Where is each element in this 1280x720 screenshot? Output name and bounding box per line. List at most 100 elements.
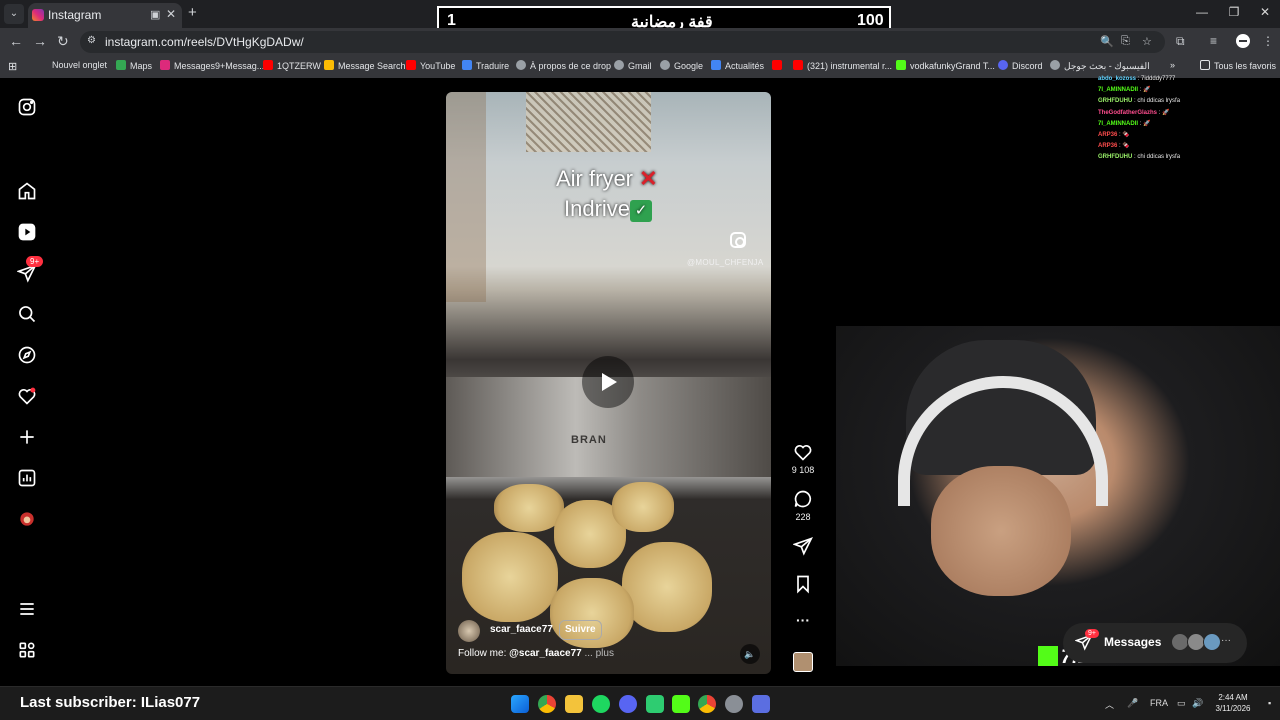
app-icon[interactable] xyxy=(752,695,770,713)
windows-taskbar: Last subscriber: ILias077 ︿ 🎤 FRA ▭ 🔊 2:… xyxy=(0,686,1280,720)
profile-avatar[interactable] xyxy=(1236,34,1250,48)
create-plus-icon[interactable] xyxy=(17,427,37,447)
reload-button[interactable]: ↻ xyxy=(57,33,69,50)
cast-icon[interactable]: ⎘ xyxy=(1121,35,1130,48)
bookmark-item[interactable]: Messages9+Messag... xyxy=(160,60,264,71)
explore-icon[interactable] xyxy=(17,345,37,365)
bookmark-item[interactable]: vodkafunkyGrand T... xyxy=(896,60,995,71)
browser-toolbar: ← → ↻ ⚙ instagram.com/reels/DVtHgKgDADw/… xyxy=(0,28,1280,56)
reel-video[interactable]: Air fryer ✕ Indrive ✓ @MOUL_CHFENJA BRAN … xyxy=(446,92,771,674)
dashboard-icon[interactable] xyxy=(17,468,37,488)
bookmarks-bar: ⊞ Nouvel onglet Maps Messages9+Messag...… xyxy=(0,56,1280,78)
url-text: instagram.com/reels/DVtHgKgDADw/ xyxy=(105,35,304,49)
close-window-button[interactable]: ✕ xyxy=(1255,5,1275,19)
file-explorer-icon[interactable] xyxy=(565,695,583,713)
chat-message: GRHFDUHU : chi ddicas lrysfa xyxy=(1098,154,1181,161)
reel-caption[interactable]: Follow me: @scar_faace77 ... plus xyxy=(458,648,614,659)
profile-avatar-icon[interactable] xyxy=(17,509,37,529)
more-options-icon[interactable]: ··· xyxy=(790,612,816,628)
back-button[interactable]: ← xyxy=(9,33,23,49)
overlay-text-line2: Indrive ✓ xyxy=(564,196,653,222)
bookmark-item[interactable]: Maps xyxy=(116,60,152,71)
apps-grid-icon[interactable]: ⊞ xyxy=(8,60,17,73)
also-from-meta-icon[interactable] xyxy=(17,640,37,660)
follow-button[interactable]: Suivre xyxy=(559,620,602,640)
bookmark-item[interactable]: YouTube xyxy=(406,60,455,71)
microphone-icon[interactable]: 🎤 xyxy=(1127,698,1138,709)
save-bookmark-icon[interactable] xyxy=(790,574,816,599)
close-tab-icon[interactable]: ✕ xyxy=(166,7,176,21)
chat-message: abdo_kozoss : 7iddddy7777 xyxy=(1098,76,1176,82)
mute-toggle-icon[interactable]: 🔈 xyxy=(740,644,760,664)
chrome-icon[interactable] xyxy=(538,695,556,713)
comment-icon[interactable] xyxy=(790,489,816,514)
author-username[interactable]: scar_faace77 xyxy=(490,624,553,635)
address-bar[interactable]: ⚙ instagram.com/reels/DVtHgKgDADw/ 🔍 ⎘ ☆ xyxy=(80,31,1165,53)
instagram-watermark-icon xyxy=(730,232,746,248)
start-menu-icon[interactable] xyxy=(511,695,529,713)
bookmark-item[interactable]: Discord xyxy=(998,60,1043,71)
tray-overflow-icon[interactable]: ︿ xyxy=(1105,698,1114,711)
bookmark-item[interactable]: Actualités xyxy=(711,60,764,71)
chat-message: ARP36 : 🍫 xyxy=(1098,143,1130,150)
chat-message: 7I_AMINNADII : 🚀 xyxy=(1098,87,1151,94)
bookmark-item[interactable]: Message Search xyxy=(324,60,406,71)
bookmark-item[interactable]: Gmail xyxy=(614,60,652,71)
more-menu-icon[interactable] xyxy=(17,599,37,619)
notifications-badge: 9+ xyxy=(26,256,44,267)
bookmark-item[interactable] xyxy=(772,60,786,71)
search-icon[interactable] xyxy=(17,304,37,324)
volume-icon[interactable]: 🔊 xyxy=(1192,698,1203,709)
instagram-logo-icon[interactable] xyxy=(17,97,37,117)
chat-message: 7I_AMINNADII : 🚀 xyxy=(1098,120,1151,127)
spotify-icon[interactable] xyxy=(592,695,610,713)
play-button[interactable] xyxy=(582,356,634,408)
tab-search-button[interactable]: ⌄ xyxy=(4,4,24,24)
forward-button[interactable]: → xyxy=(33,33,47,49)
site-info-icon[interactable]: ⚙ xyxy=(87,35,96,46)
messages-badge: 9+ xyxy=(1085,629,1099,638)
bookmark-item[interactable]: الفيسبوك - بحث جوجل xyxy=(1050,60,1150,72)
notifications-icon[interactable]: ▪ xyxy=(1268,698,1271,708)
cross-mark-icon: ✕ xyxy=(639,166,658,191)
system-clock[interactable]: 2:44 AM 3/11/2026 xyxy=(1211,692,1255,714)
bookmark-item[interactable]: Traduire xyxy=(462,60,509,71)
audio-thumbnail[interactable] xyxy=(793,652,813,672)
chrome-active-icon[interactable] xyxy=(698,695,716,713)
reels-icon[interactable] xyxy=(17,222,37,242)
bookmark-item[interactable]: Google xyxy=(660,60,703,71)
media-icon[interactable]: ▣ xyxy=(150,8,160,21)
discord-icon[interactable] xyxy=(619,695,637,713)
network-icon[interactable]: ▭ xyxy=(1177,698,1186,709)
reading-list-icon[interactable]: ≡ xyxy=(1210,34,1217,48)
messages-button[interactable]: 9+ Messages ··· xyxy=(1063,623,1247,663)
all-bookmarks[interactable]: Tous les favoris xyxy=(1200,60,1276,71)
zoom-icon[interactable]: 🔍 xyxy=(1100,35,1114,48)
tab-instagram[interactable]: Instagram ▣ ✕ xyxy=(28,3,182,28)
direct-messages-icon[interactable]: 9+ xyxy=(16,256,44,283)
video-frame-window xyxy=(526,92,651,152)
share-icon[interactable] xyxy=(790,536,816,561)
bookmark-star-icon[interactable]: ☆ xyxy=(1142,35,1152,48)
bookmark-item[interactable]: Nouvel onglet xyxy=(52,60,107,70)
language-indicator[interactable]: FRA xyxy=(1150,698,1168,708)
like-heart-icon[interactable] xyxy=(790,442,816,467)
kick-icon[interactable] xyxy=(672,695,690,713)
bookmark-item[interactable]: À propos de ce drop xyxy=(516,60,611,71)
restore-button[interactable]: ❐ xyxy=(1224,5,1244,19)
minimize-button[interactable]: — xyxy=(1192,5,1212,19)
food-item xyxy=(462,532,558,622)
chat-message: TheGodfatherGlazhs : 🚀 xyxy=(1098,109,1170,116)
notifications-heart-icon[interactable] xyxy=(17,386,37,406)
menu-kebab-icon[interactable]: ⋮ xyxy=(1262,34,1274,48)
home-icon[interactable] xyxy=(17,181,37,201)
extensions-icon[interactable]: ⧉ xyxy=(1176,34,1185,49)
messages-label: Messages xyxy=(1104,635,1162,649)
new-tab-button[interactable]: + xyxy=(188,4,197,21)
more-bookmarks-icon[interactable]: » xyxy=(1170,60,1175,70)
app-icon[interactable] xyxy=(646,695,664,713)
settings-gear-icon[interactable] xyxy=(725,695,743,713)
author-avatar[interactable] xyxy=(458,620,480,642)
bookmark-item[interactable]: 1QTZERW xyxy=(263,60,321,71)
bookmark-item[interactable]: (321) instrumental r... xyxy=(793,60,892,71)
